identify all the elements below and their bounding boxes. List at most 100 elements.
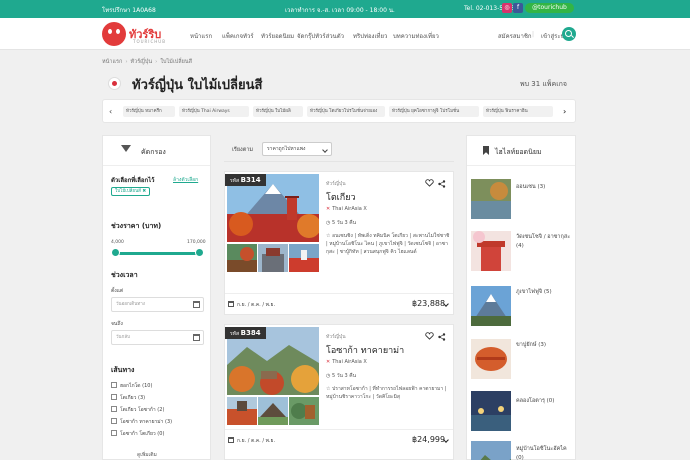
route-label-text: โอซาก้า โตเกียว (0) [120,431,165,437]
to-label: จนถึง [111,321,123,327]
highlight-label[interactable]: ขาปูยักษ์ (3) [516,341,572,350]
highlight-photo[interactable] [471,441,511,460]
highlight-photo[interactable] [471,286,511,326]
highlight-photo[interactable] [471,231,511,271]
nav-item-articles[interactable]: บทความท่องเที่ยว [393,31,439,41]
highlight-item[interactable]: วัดเซนโซจิ / อาซากุสะ (4) [471,231,573,273]
breadcrumb-home[interactable]: หน้าแรก [102,59,122,65]
sort-selected-value: ราคาถูกไปหาแพง [267,146,306,152]
tour-thumbnail[interactable] [289,397,319,425]
hotline-text: โทรปรึกษา 1A0A68 [102,7,156,14]
clear-filters-link[interactable]: ล้างตัวเลือก [173,176,198,184]
breadcrumb-japan[interactable]: ทัวร์ญี่ปุ่น [131,59,153,65]
tour-category: ทัวร์ญี่ปุ่น [326,181,346,187]
airline-logo-icon: ✕ [326,206,331,212]
tour-thumbnail[interactable] [258,397,288,425]
tour-thumbnail[interactable] [289,244,319,272]
price-range-label: ช่วงราคา (บาท) [111,222,162,230]
page-title: ทัวร์ญี่ปุ่น ใบไม้เปลี่ยนสี [132,78,263,93]
tour-name[interactable]: โตเกียว [326,190,356,204]
top-bar: โทรปรึกษา 1A0A68 เวลาทำการ จ.-ส. เวลา 09… [0,0,690,18]
airline-name: Thai AirAsia X [332,359,367,365]
highlight-photo[interactable] [471,179,511,219]
route-label-text: โตเกียว โอซาก้า (2) [120,407,165,413]
show-more-routes-link[interactable]: ดูเพิ่มเติม [137,451,157,459]
tour-name[interactable]: โอซาก้า ทาคายาม่า [326,343,404,357]
tag-chip[interactable]: ทัวร์ญี่ปุ่น ฟินราคาฮิน [483,106,553,117]
highlight-label[interactable]: คลองโอตารุ (0) [516,397,572,406]
filter-icon [121,145,131,152]
sort-select[interactable]: ราคาถูกไปหาแพง [262,142,332,156]
chevron-left-icon[interactable]: ‹ [109,107,112,116]
tag-chip[interactable]: ทัวร์ญี่ปุ่น โตเกียวโปรโมชั่นจ่ายเอง [307,106,385,117]
main-navbar: ทัวร์ริบ TOURICHUB หน้าแรก แพ็คเกจทัวร์ … [0,18,690,50]
tour-highlights: ☆ อนเซนชิง | ทัพเดิ่ง ทคิมนิค โตเกียว | … [326,232,450,256]
chevron-right-icon[interactable]: › [563,107,566,116]
route-checkbox[interactable]: โตเกียว โอซาก้า (2) [111,406,164,414]
facebook-icon[interactable]: f [513,3,523,13]
nav-item-trips[interactable]: ทริปท่องเที่ยว [353,31,387,41]
tag-chip[interactable]: ทัวร์ญี่ปุ่น Thai Airways [179,106,249,117]
route-checkbox[interactable]: โอซาก้า โตเกียว (0) [111,430,164,438]
tour-thumbnail[interactable] [227,244,257,272]
instagram-icon[interactable]: ◎ [502,3,512,13]
tag-chip[interactable]: ทัวร์ญี่ปุ่น ยุคโอซากาฟูจิ โปรโมชั่น [389,106,479,117]
calendar-icon[interactable] [193,334,200,341]
nav-item-packages[interactable]: แพ็คเกจทัวร์ [222,31,254,41]
share-icon[interactable] [438,180,446,188]
highlight-item[interactable]: ออนเซน (3) [471,179,573,221]
heart-icon[interactable] [425,179,434,187]
highlight-item[interactable]: คลองโอตารุ (0) [471,391,573,433]
from-label: ตั้งแต่ [111,288,124,294]
breadcrumb-current: ใบไม้เปลี่ยนสี [160,59,192,65]
register-link[interactable]: สมัครสมาชิก [498,31,532,41]
price-max-handle[interactable] [195,248,204,257]
price-range-slider[interactable] [115,252,200,255]
nav-item-popular[interactable]: ทัวร์ยอดนิยม [261,31,294,41]
airline-logo-icon: ✕ [326,359,331,365]
japan-flag-icon [108,77,121,90]
line-button[interactable]: @tourichub [525,3,574,13]
highlight-label[interactable]: ภูเขาไฟฟูจิ (5) [516,288,572,297]
route-checkbox[interactable]: โตเกียว (3) [111,394,145,402]
tour-code-badge: รหัส B314 [225,174,266,186]
highlight-item[interactable]: ขาปูยักษ์ (3) [471,339,573,381]
highlight-label[interactable]: หมู่บ้านโอชิโนะฮัคไค (0) [516,445,572,460]
nav-item-private-group[interactable]: จัดกรุ๊ปทัวร์ส่วนตัว [297,31,344,41]
tour-thumbnail[interactable] [227,397,257,425]
return-date-input[interactable]: วันกลับ [111,330,204,345]
highlight-label[interactable]: ออนเซน (3) [516,183,572,192]
brand-logo-icon[interactable] [102,22,126,46]
highlight-label[interactable]: วัดเซนโซจิ / อาซากุสะ (4) [516,233,572,251]
highlight-item[interactable]: หมู่บ้านโอชิโนะฮัคไค (0) [471,441,573,460]
share-icon[interactable] [438,333,446,341]
brand-tagline: TOURICHUB [133,39,166,44]
tag-chip[interactable]: ทัวร์ญี่ปุ่น หมาครึก [123,106,175,117]
route-checkbox[interactable]: โอซาก้า ทาคายาม่า (3) [111,418,172,426]
highlight-item[interactable]: ภูเขาไฟฟูจิ (5) [471,286,573,328]
departure-date-input[interactable]: วันออกเดินทาง [111,297,204,312]
tour-thumbnail[interactable] [258,244,288,272]
route-label-text: ฮอกไกโด (10) [120,383,153,389]
tour-duration: ◷ 5 วัน 3 คืน [326,219,356,227]
search-icon[interactable] [562,27,576,41]
nav-divider: | [532,31,535,38]
tag-chip[interactable]: ทัวร์ญี่ปุ่น ใบไม้ผลิ [253,106,303,117]
tour-code-prefix: รหัส [230,331,240,337]
calendar-icon [228,437,234,443]
heart-icon[interactable] [425,332,434,340]
tour-price: ฿24,999 [412,435,446,444]
nav-item-home[interactable]: หน้าแรก [190,31,212,41]
price-min-handle[interactable] [111,248,120,257]
duration-text: 5 วัน 3 คืน [331,373,357,379]
price-max-value: 170,000 [187,240,206,245]
price-min-value: 4,000 [111,240,124,245]
route-checkbox[interactable]: ฮอกไกโด (10) [111,382,152,390]
selected-filter-chip[interactable]: ใบไม้เปลี่ยนสี ✖ [111,187,151,196]
period-label: ช่วงเวลา [111,271,138,279]
highlight-photo[interactable] [471,339,511,379]
tour-card[interactable]: รหัส B384 ทัวร์ญี่ปุ่น โอซาก้า ทาคายาม่า… [224,324,454,460]
highlight-photo[interactable] [471,391,511,431]
calendar-icon[interactable] [193,301,200,308]
tour-card[interactable]: รหัส B314 ทัวร์ญี่ปุ่น โตเกียว ✕ Thai Air… [224,171,454,315]
